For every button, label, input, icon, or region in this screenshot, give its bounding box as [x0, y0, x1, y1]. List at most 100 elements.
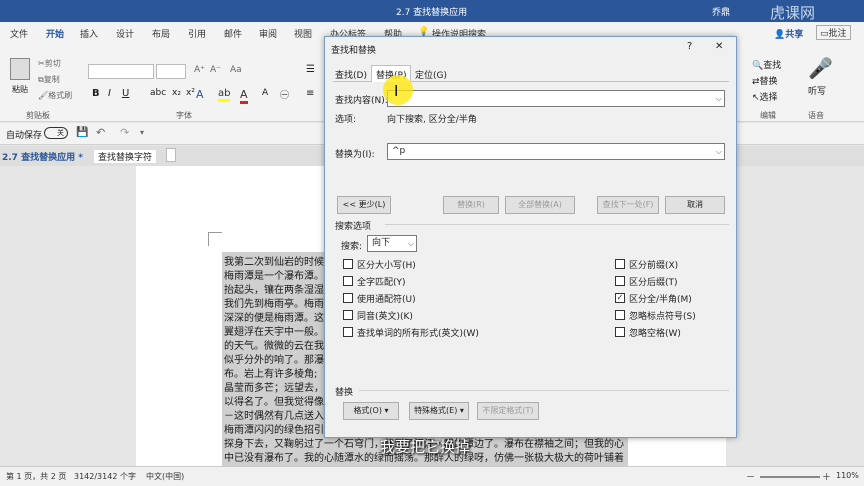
match-width-label: 区分全/半角(M) — [629, 295, 692, 305]
replace-with-input[interactable]: ^p ⌵ — [387, 143, 725, 160]
find-button[interactable]: 🔍查找 — [752, 58, 781, 71]
sounds-like-checkbox[interactable] — [343, 310, 353, 320]
zoom-level[interactable]: 110% — [836, 471, 859, 480]
group-clipboard: 剪贴板 — [26, 111, 50, 120]
char-shading-icon[interactable]: A — [262, 88, 268, 98]
wildcards-checkbox[interactable] — [343, 293, 353, 303]
special-button[interactable]: 特殊格式(E) ▾ — [409, 402, 469, 420]
cancel-button[interactable]: 取消 — [665, 196, 725, 214]
font-color-icon[interactable]: A — [240, 88, 248, 104]
ignore-punctuation-label: 忽略标点符号(S) — [629, 312, 696, 322]
strikethrough-icon[interactable]: abc — [150, 88, 166, 98]
highlight-icon[interactable]: ab — [218, 88, 231, 102]
format-painter-button[interactable]: 🖌格式刷 — [38, 90, 72, 101]
close-button[interactable]: ✕ — [715, 41, 723, 52]
font-size-combo[interactable] — [156, 64, 186, 79]
tab-mailings[interactable]: 邮件 — [224, 27, 242, 40]
watermark-logo: 虎课网 — [770, 4, 816, 22]
replace-icon: ⇄ — [752, 77, 760, 87]
find-what-input[interactable]: ⌵ — [387, 90, 725, 107]
whole-word-checkbox[interactable] — [343, 276, 353, 286]
replace-section-title: 替换 — [335, 388, 354, 398]
help-button[interactable]: ? — [687, 41, 692, 52]
zoom-slider[interactable] — [760, 476, 820, 478]
find-next-button[interactable]: 查找下一处(F) — [597, 196, 659, 214]
match-suffix-checkbox[interactable] — [615, 276, 625, 286]
search-direction-select[interactable]: 向下 ⌵ — [367, 235, 417, 252]
bold-icon[interactable]: B — [92, 88, 100, 99]
share-button[interactable]: 👤共享 — [774, 27, 803, 40]
enclose-char-icon[interactable]: ㊀ — [280, 88, 289, 101]
tab-review[interactable]: 审阅 — [259, 27, 277, 40]
tab-design[interactable]: 设计 — [116, 27, 134, 40]
doc-tab-active[interactable]: 2.7 查找替换应用 * — [2, 150, 83, 163]
paste-button[interactable]: 粘贴 — [12, 84, 28, 95]
tab-goto[interactable]: 定位(G) — [415, 68, 447, 81]
language[interactable]: 中文(中国) — [146, 471, 184, 482]
replace-button[interactable]: ⇄替换 — [752, 74, 778, 87]
person-icon: 👤 — [774, 30, 786, 40]
all-word-forms-checkbox[interactable] — [343, 327, 353, 337]
comment-button[interactable]: ▭批注 — [816, 25, 851, 40]
superscript-icon[interactable]: x² — [186, 88, 195, 98]
find-replace-dialog: 查找和替换 ? ✕ 查找(D) 替换(P) 定位(G) 查找内容(N): ⌵ 选… — [324, 36, 737, 438]
match-case-checkbox[interactable] — [343, 259, 353, 269]
format-button[interactable]: 格式(O) ▾ — [343, 402, 399, 420]
text-effects-icon[interactable]: A — [196, 88, 204, 101]
less-button[interactable]: << 更少(L) — [337, 196, 391, 214]
painter-label: 格式刷 — [48, 91, 73, 100]
no-formatting-button[interactable]: 不限定格式(T) — [477, 402, 539, 420]
group-editing: 编辑 — [760, 111, 776, 120]
change-case-icon[interactable]: Aa — [230, 65, 242, 75]
align-icon[interactable]: ≡ — [306, 88, 314, 99]
chevron-down-icon[interactable]: ⌵ — [716, 144, 722, 159]
tab-find[interactable]: 查找(D) — [335, 68, 367, 81]
doc-tab-2[interactable]: 查找替换字符 — [94, 150, 157, 163]
chevron-down-icon[interactable]: ⌵ — [408, 236, 414, 251]
options-value: 向下搜索, 区分全/半角 — [387, 115, 477, 125]
tab-references[interactable]: 引用 — [188, 27, 206, 40]
autosave-toggle[interactable]: 关 — [44, 127, 68, 139]
chevron-down-icon[interactable]: ⌵ — [716, 91, 722, 106]
ignore-punctuation-checkbox[interactable] — [615, 310, 625, 320]
replace-with-label: 替换为(I): — [335, 150, 375, 160]
video-subtitle: 我要把它换掉 — [380, 438, 471, 456]
text-line: 布。岩上有许多棱角; — [224, 369, 318, 380]
redo-icon[interactable]: ↷ — [120, 126, 129, 139]
replace-all-button[interactable]: 全部替换(A) — [505, 196, 575, 214]
text-line: 我们先到梅雨亭。梅雨 — [224, 299, 324, 310]
match-width-checkbox[interactable]: ✓ — [615, 293, 625, 303]
tab-file[interactable]: 文件 — [10, 27, 28, 40]
page-count[interactable]: 第 1 页，共 2 页 — [6, 471, 66, 482]
italic-icon[interactable]: I — [108, 88, 111, 99]
tab-view[interactable]: 视图 — [294, 27, 312, 40]
tab-home[interactable]: 开始 — [46, 27, 64, 40]
new-tab-button[interactable] — [166, 148, 176, 162]
save-icon[interactable]: 💾 — [76, 127, 88, 138]
ignore-whitespace-checkbox[interactable] — [615, 327, 625, 337]
paste-icon — [10, 58, 30, 80]
select-button[interactable]: ↖选择 — [752, 90, 778, 103]
shrink-font-icon[interactable]: A⁻ — [210, 65, 221, 75]
replace-button[interactable]: 替换(R) — [443, 196, 499, 214]
sounds-like-label: 同音(英文)(K) — [357, 312, 413, 322]
grow-font-icon[interactable]: A⁺ — [194, 65, 205, 75]
bullets-icon[interactable]: ☰ — [306, 64, 315, 75]
tab-layout[interactable]: 布局 — [152, 27, 170, 40]
word-count[interactable]: 3142/3142 个字 — [74, 471, 136, 482]
underline-icon[interactable]: U — [122, 88, 129, 99]
dictate-button[interactable]: 听写 — [808, 84, 826, 97]
font-name-combo[interactable] — [88, 64, 154, 79]
tab-insert[interactable]: 插入 — [80, 27, 98, 40]
cut-label: 剪切 — [44, 59, 61, 68]
undo-icon[interactable]: ↶ — [96, 126, 105, 139]
subscript-icon[interactable]: x₂ — [172, 88, 181, 98]
zoom-in-icon[interactable]: ＋ — [822, 470, 831, 483]
zoom-out-icon[interactable]: － — [746, 470, 755, 483]
cut-button[interactable]: ✂剪切 — [38, 58, 61, 69]
replace-with-value: ^p — [392, 146, 406, 156]
search-icon: 🔍 — [752, 61, 764, 71]
copy-button[interactable]: ⧉复制 — [38, 74, 60, 85]
customize-qat-icon[interactable]: ▾ — [140, 128, 144, 137]
match-prefix-checkbox[interactable] — [615, 259, 625, 269]
